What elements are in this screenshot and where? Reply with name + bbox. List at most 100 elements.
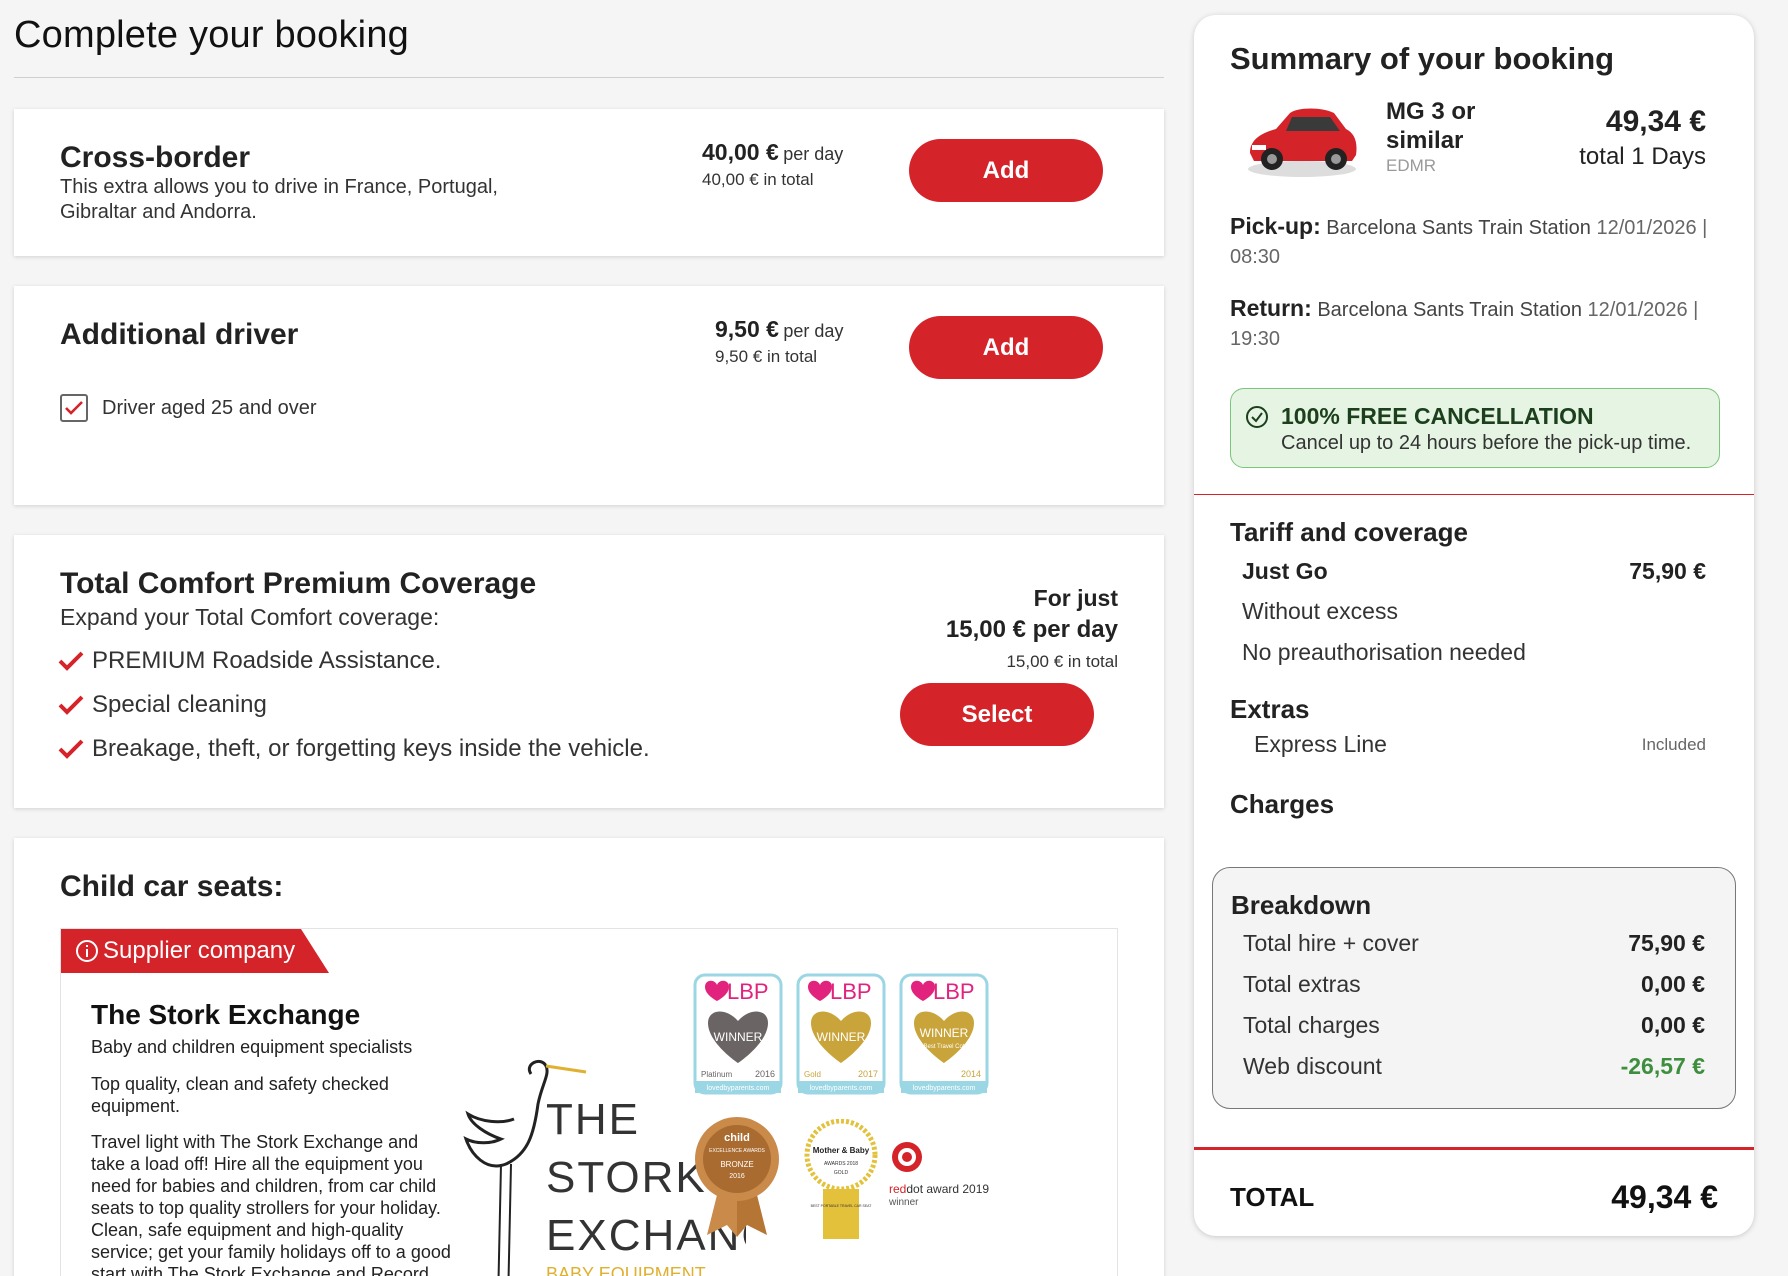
check-icon [58, 739, 84, 759]
mother-baby-gold-medal: BEST PORTABLE TRAVEL CAR SEAT Mother & B… [804, 1119, 878, 1239]
return-label: Return: [1230, 295, 1312, 321]
title-divider [14, 77, 1164, 78]
cross-border-price-value: 40,00 € [702, 139, 779, 165]
check-icon [58, 695, 84, 715]
additional-driver-price-total: 9,50 € in total [715, 347, 818, 366]
child-bronze-medal: child EXCELLENCE AWARDS BRONZE 2016 [695, 1117, 779, 1237]
award-year: 2016 [755, 1069, 775, 1079]
tariff-title: Tariff and coverage [1230, 517, 1468, 547]
award-label: WINNER [817, 1030, 866, 1044]
total-label: TOTAL [1230, 1182, 1315, 1212]
reddot-award: reddot award 2019 winner [888, 1142, 989, 1208]
child-seats-card: Child car seats: Supplier company The St… [14, 838, 1164, 1276]
cross-border-price-per: per day [783, 144, 844, 164]
logo-line-the: THE [546, 1095, 640, 1144]
award-tier: Gold [804, 1070, 821, 1079]
total-row: TOTAL 49,34 € [1230, 1179, 1718, 1216]
award-year: 2017 [858, 1069, 878, 1079]
extra-name: Express Line [1254, 731, 1387, 757]
cross-border-price: 40,00 € per day 40,00 € in total [702, 139, 843, 190]
premium-desc: Expand your Total Comfort coverage: [60, 604, 440, 630]
breakdown-value: 75,90 € [1628, 930, 1705, 956]
tariff-feature: Without excess [1242, 598, 1706, 625]
total-divider [1194, 1147, 1754, 1150]
breakdown-row: Web discount -26,57 € [1243, 1053, 1705, 1080]
premium-feature-text: Breakage, theft, or forgetting keys insi… [92, 735, 650, 762]
breakdown-label: Total extras [1243, 971, 1361, 997]
additional-driver-price-per: per day [783, 321, 844, 341]
additional-driver-price: 9,50 € per day 9,50 € in total [715, 316, 843, 367]
award-site: lovedbyparents.com [810, 1085, 873, 1092]
breakdown-value: 0,00 € [1641, 971, 1705, 997]
award-site: lovedbyparents.com [913, 1085, 976, 1092]
extra-row: Express Line Included [1254, 731, 1706, 758]
cancellation-title: 100% FREE CANCELLATION [1281, 403, 1594, 429]
pickup-label: Pick-up: [1230, 213, 1321, 239]
reddot-brand-red: red [889, 1182, 906, 1196]
booking-summary-panel: Summary of your booking MG 3 or similar … [1194, 15, 1754, 1236]
breakdown-value: 0,00 € [1641, 1012, 1705, 1038]
medal-line: AWARDS 2018 [824, 1161, 858, 1167]
additional-driver-price-value: 9,50 € [715, 316, 779, 342]
award-label: WINNER [920, 1026, 969, 1040]
premium-price-line: 15,00 € per day [945, 616, 1118, 643]
supplier-name: The Stork Exchange [91, 999, 361, 1030]
medal-ribbon: BEST PORTABLE TRAVEL CAR SEAT [811, 1204, 873, 1208]
pickup-info: Pick-up: Barcelona Sants Train Station 1… [1230, 212, 1720, 272]
check-icon [58, 651, 84, 671]
premium-feature-list: PREMIUM Roadside Assistance. Special cle… [58, 639, 650, 771]
logo-line-baby: BABY EQUIPMENT [546, 1264, 706, 1276]
premium-for-just: For just [1033, 585, 1118, 611]
award-year: 2014 [961, 1069, 981, 1079]
lbp-award-travel-cot: LBP WINNER Best Travel Cot 2014 lovedbyp… [899, 973, 989, 1095]
supplier-paragraph-1: Top quality, clean and safety checked eq… [91, 1074, 389, 1116]
driver-age-checkbox[interactable] [60, 394, 88, 422]
premium-coverage-card: Total Comfort Premium Coverage Expand yo… [14, 535, 1164, 808]
breakdown-row: Total extras 0,00 € [1243, 971, 1705, 998]
breakdown-title: Breakdown [1231, 890, 1372, 920]
breakdown-label: Total charges [1243, 1012, 1380, 1038]
tariff-feature-2: No preauthorisation needed [1242, 639, 1526, 665]
premium-feature-text: Special cleaning [92, 691, 267, 718]
car-image [1248, 108, 1357, 177]
premium-feature-text: PREMIUM Roadside Assistance. [92, 647, 442, 674]
award-brand: LBP [830, 979, 872, 1004]
car-days: total 1 Days [1579, 143, 1706, 170]
premium-price-total: 15,00 € in total [1006, 652, 1118, 671]
breakdown-label: Total hire + cover [1243, 930, 1419, 956]
driver-age-option[interactable]: Driver aged 25 and over [60, 394, 317, 422]
return-info: Return: Barcelona Sants Train Station 12… [1230, 294, 1720, 354]
tariff-feature: No preauthorisation needed [1242, 639, 1706, 666]
tariff-feature-1: Without excess [1242, 598, 1398, 624]
premium-feature-item: PREMIUM Roadside Assistance. [58, 639, 650, 683]
charges-title: Charges [1230, 789, 1335, 819]
summary-title: Summary of your booking [1230, 41, 1615, 76]
medal-brand: child [724, 1132, 750, 1144]
tariff-name: Just Go [1242, 558, 1328, 584]
car-price: 49,34 € [1605, 105, 1706, 138]
breakdown-row: Total hire + cover 75,90 € [1243, 930, 1705, 957]
cross-border-add-button[interactable]: Add [909, 139, 1103, 202]
total-value: 49,34 € [1611, 1179, 1718, 1215]
lbp-award-platinum: LBP WINNER Platinum 2016 lovedbyparents.… [693, 973, 783, 1095]
driver-age-label: Driver aged 25 and over [102, 396, 317, 419]
reddot-label: winner [888, 1197, 919, 1208]
award-label: WINNER [714, 1030, 763, 1044]
award-tier: Platinum [701, 1070, 732, 1079]
medal-tier: BRONZE [720, 1160, 753, 1169]
breakdown-discount-value: -26,57 € [1620, 1053, 1705, 1079]
extra-status: Included [1641, 735, 1706, 754]
award-site: lovedbyparents.com [707, 1085, 770, 1092]
extras-title: Extras [1230, 694, 1310, 724]
award-tier: Best Travel Cot [923, 1044, 964, 1050]
supplier-subtitle: Baby and children equipment specialists [91, 1037, 413, 1057]
premium-feature-item: Breakage, theft, or forgetting keys insi… [58, 727, 650, 771]
tariff-price: 75,90 € [1629, 558, 1706, 584]
car-code: EDMR [1386, 156, 1437, 175]
cancellation-subtitle: Cancel up to 24 hours before the pick-up… [1281, 432, 1692, 454]
reddot-brand-rest: dot award 2019 [906, 1182, 989, 1196]
additional-driver-add-button[interactable]: Add [909, 316, 1103, 379]
premium-select-button[interactable]: Select [900, 683, 1094, 746]
cross-border-card: Cross-border This extra allows you to dr… [14, 109, 1164, 256]
tariff-row: Just Go 75,90 € [1242, 558, 1706, 585]
